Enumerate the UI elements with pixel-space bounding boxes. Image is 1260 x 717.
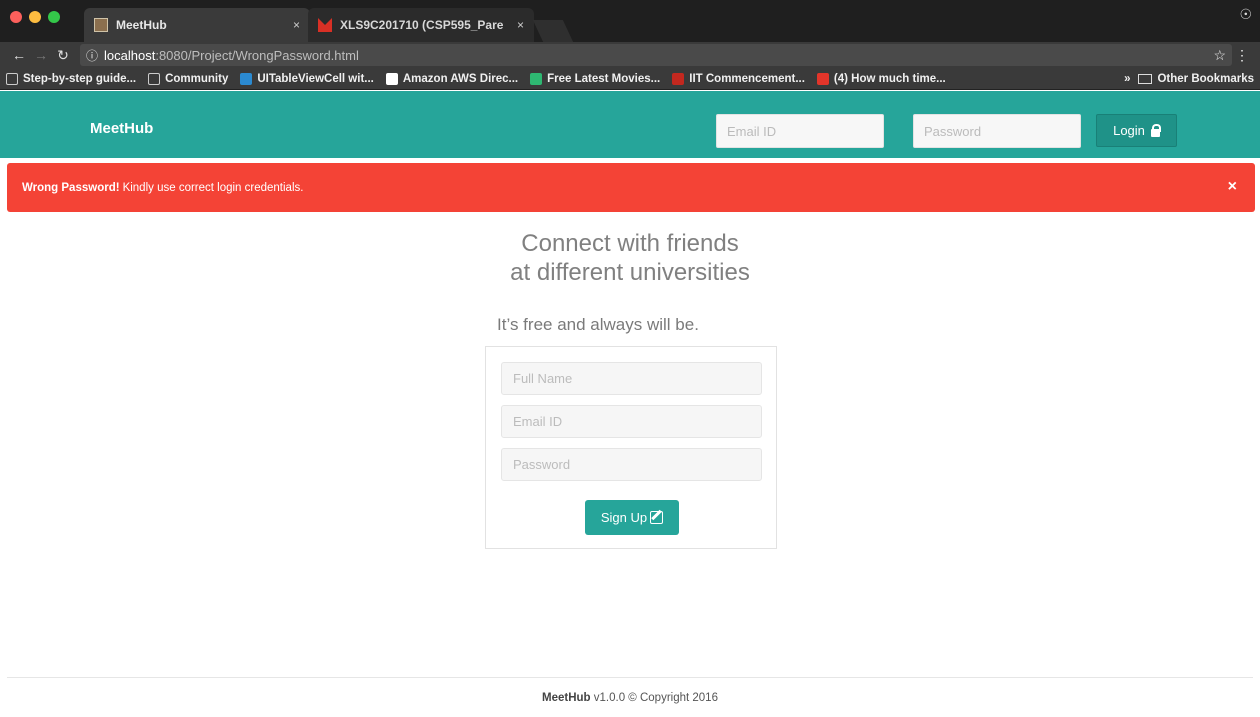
page-icon [6, 72, 18, 85]
maximize-window-button[interactable] [48, 11, 60, 23]
info-icon[interactable]: ⓘ [86, 47, 98, 64]
url-host: localhost [104, 47, 156, 63]
footer-divider [7, 677, 1253, 678]
alert-close-icon[interactable]: × [1228, 178, 1237, 196]
tab-gmail[interactable]: XLS9C201710 (CSP595_Pare × [308, 8, 534, 42]
other-bookmarks-label: Other Bookmarks [1157, 72, 1254, 85]
signup-button[interactable]: Sign Up [585, 500, 679, 535]
bookmark-item[interactable]: Free Latest Movies... [530, 72, 660, 85]
alert-message: Kindly use correct login credentials. [122, 181, 304, 194]
incognito-icon: ☉ [1239, 6, 1252, 22]
app-navbar: MeetHub Login [0, 91, 1260, 158]
edit-icon [650, 511, 664, 524]
page-footer: MeetHub v1.0.0 © Copyright 2016 [0, 692, 1260, 704]
overflow-chevron-icon[interactable]: » [1124, 73, 1130, 85]
bookmark-item[interactable]: UITableViewCell wit... [240, 72, 374, 85]
alert-strong-text: Wrong Password! [22, 181, 120, 194]
address-bar: ← → ↻ ⓘ localhost:8080/Project/WrongPass… [0, 42, 1260, 68]
minimize-window-button[interactable] [29, 11, 41, 23]
bookmark-item[interactable]: IIT Commencement... [672, 72, 805, 85]
r-icon [385, 72, 398, 85]
bookmark-item[interactable]: (4) How much time... [816, 72, 946, 85]
tab-meethub[interactable]: MeetHub × [84, 8, 310, 42]
login-password-input[interactable] [913, 114, 1081, 148]
headline-line-2: at different universities [510, 259, 750, 286]
bookmark-item[interactable]: Amazon AWS Direc... [385, 72, 518, 85]
url-field[interactable]: ⓘ localhost:8080/Project/WrongPassword.h… [80, 44, 1232, 66]
login-button[interactable]: Login [1096, 114, 1177, 147]
signup-email-input[interactable] [501, 405, 762, 438]
bookmark-item[interactable]: Step-by-step guide... [6, 72, 136, 85]
iit-icon [672, 72, 685, 85]
headline-line-1: Connect with friends [521, 230, 739, 257]
back-icon[interactable]: ← [8, 47, 30, 63]
meethub-favicon-icon [94, 18, 108, 32]
forward-icon[interactable]: → [30, 47, 52, 63]
folder-icon [1138, 73, 1153, 84]
signup-password-input[interactable] [501, 448, 762, 481]
signup-form: Sign Up [485, 346, 777, 549]
tab-close-icon[interactable]: × [517, 18, 524, 32]
other-bookmarks[interactable]: » Other Bookmarks [1124, 73, 1254, 85]
browser-tab-bar: MeetHub × XLS9C201710 (CSP595_Pare × ☉ [0, 0, 1260, 42]
unlock-icon [1150, 123, 1161, 137]
new-tab-button[interactable] [532, 20, 574, 42]
tab-title: MeetHub [116, 18, 167, 32]
page-icon [148, 72, 161, 85]
tab-title: XLS9C201710 (CSP595_Pare [340, 18, 504, 32]
reload-icon[interactable]: ↻ [52, 47, 74, 64]
login-email-input[interactable] [716, 114, 884, 148]
page-subline: It’s free and always will be. [497, 315, 699, 334]
wrong-password-alert: Wrong Password! Kindly use correct login… [7, 163, 1255, 212]
brand-logo[interactable]: MeetHub [90, 120, 153, 137]
window-controls [10, 11, 60, 23]
footer-text: v1.0.0 © Copyright 2016 [593, 692, 718, 704]
login-button-label: Login [1113, 123, 1145, 138]
browser-menu-icon[interactable]: ⋮ [1232, 47, 1252, 64]
quora-icon [816, 72, 829, 85]
gmail-icon [318, 18, 332, 32]
fullname-input[interactable] [501, 362, 762, 395]
tab-close-icon[interactable]: × [293, 18, 300, 32]
wordpress-icon [240, 72, 253, 85]
page-headline: Connect with friends at different univer… [0, 229, 1260, 287]
bookmarks-bar: Step-by-step guide... Community UITableV… [0, 68, 1260, 90]
url-path: :8080/Project/WrongPassword.html [155, 47, 359, 63]
signup-button-label: Sign Up [600, 510, 648, 525]
play-icon [530, 72, 543, 85]
close-window-button[interactable] [10, 11, 22, 23]
footer-brand: MeetHub [542, 692, 591, 704]
bookmark-item[interactable]: Community [148, 72, 228, 85]
bookmark-star-icon[interactable]: ☆ [1213, 47, 1226, 64]
